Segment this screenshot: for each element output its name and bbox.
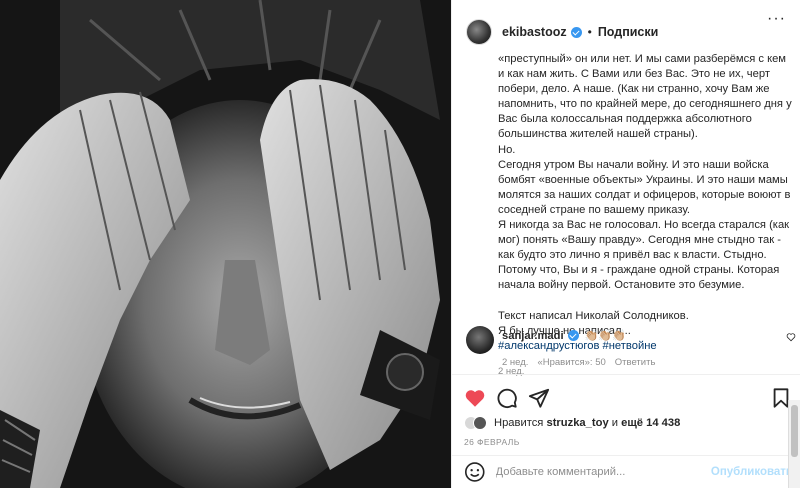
verified-badge-icon [570,26,582,38]
post-details-panel: ekibastooz • Подписки ··· «преступный» о… [451,0,800,488]
post-header: ekibastooz • Подписки [452,12,800,52]
reply-button[interactable]: Ответить [615,357,656,368]
caption-paragraph: Текст написал Николай Солодников. [498,309,689,322]
post-actions-bar [464,386,792,410]
comment-likes-count[interactable]: «Нравится»: 50 [537,357,605,368]
caption-paragraph: Сегодня утром Вы начали войну. И это наш… [498,158,791,216]
comment-item: sanjar.madi 👏🏼👏🏼👏🏼 2 нед. «Нравится»: 50… [466,326,796,368]
author-username[interactable]: ekibastooz [502,25,567,39]
following-button[interactable]: Подписки [598,25,659,39]
likes-summary: Нравится struzka_toy и ещё 14 438 [464,413,680,433]
add-comment-bar: Опубликовать [452,455,800,488]
emoji-smiley-icon[interactable] [464,461,486,483]
like-heart-icon[interactable] [464,387,486,409]
comment-text: 👏🏼👏🏼👏🏼 [584,330,626,342]
caption-gap [498,294,794,309]
more-options-icon[interactable]: ··· [767,10,786,28]
caption-paragraph: Но. [498,143,516,156]
caption-paragraph: Я никогда за Вас не голосовал. Но всегда… [498,219,790,292]
likes-middle: и [608,417,622,429]
post-photo[interactable] [0,0,451,488]
man-covering-face-photo [0,0,451,488]
comment-line: sanjar.madi 👏🏼👏🏼👏🏼 [502,329,655,343]
liker-avatars [464,415,488,431]
comment-timestamp: 2 нед. [502,357,529,368]
section-divider [452,374,800,375]
liker-avatar [473,416,487,430]
likes-count-button[interactable]: ещё 14 438 [621,417,680,429]
comment-meta: 2 нед. «Нравится»: 50 Ответить [502,357,655,368]
scrollbar[interactable] [788,400,800,488]
scrollbar-thumb[interactable] [791,405,798,457]
comment-input[interactable] [495,466,711,478]
author-avatar[interactable] [466,19,492,45]
separator-dot: • [587,25,592,39]
publish-button[interactable]: Опубликовать [711,466,793,478]
likes-prefix: Нравится [494,417,547,429]
share-send-icon[interactable] [528,387,550,409]
comment-bubble-icon[interactable] [496,387,518,409]
commenter-username[interactable]: sanjar.madi [502,330,564,342]
commenter-avatar[interactable] [466,326,494,354]
caption-paragraph: «преступный» он или нет. И мы сами разбе… [498,53,792,141]
comment-like-heart-icon[interactable] [786,332,796,342]
liker-username[interactable]: struzka_toy [546,417,608,429]
verified-badge-icon [567,330,579,341]
post-date[interactable]: 26 ФЕВРАЛЬ [464,437,520,447]
comment-body: sanjar.madi 👏🏼👏🏼👏🏼 2 нед. «Нравится»: 50… [502,326,655,369]
